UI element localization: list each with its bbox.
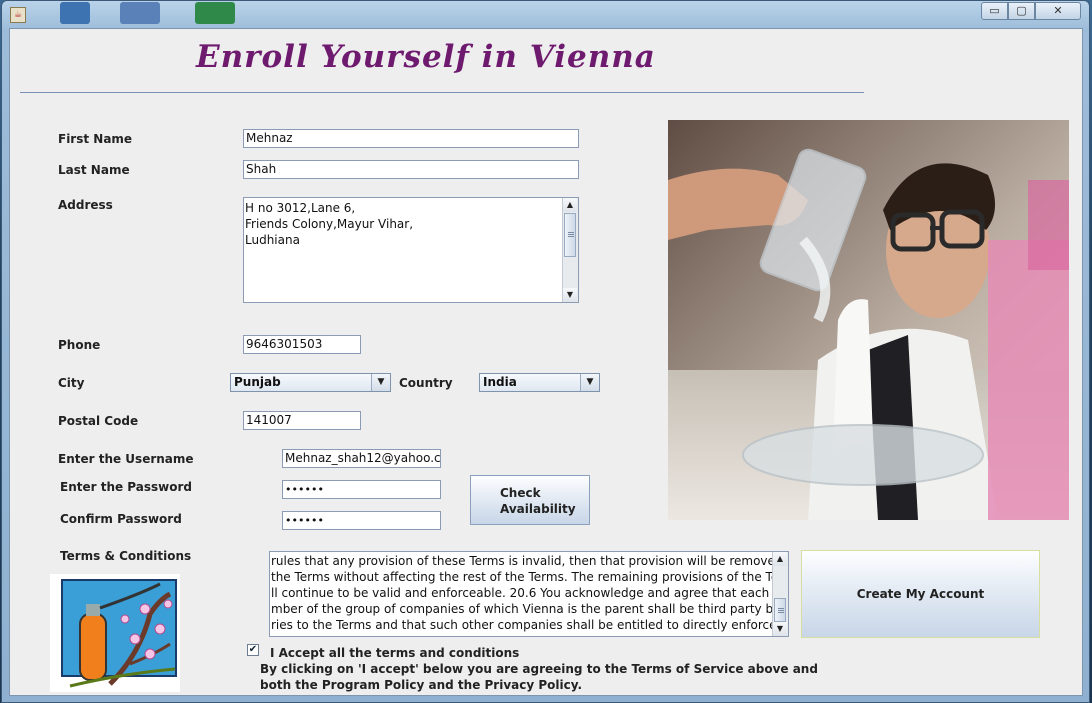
maximize-button[interactable]: ▢ bbox=[1008, 2, 1035, 20]
country-label: Country bbox=[399, 376, 453, 390]
clipart-image bbox=[50, 574, 180, 692]
agreement-note-line1: By clicking on 'I accept' below you are … bbox=[260, 662, 818, 676]
terms-line: the Terms without affecting the rest of … bbox=[271, 570, 772, 584]
first-name-label: First Name bbox=[58, 132, 133, 146]
check-availability-line1: Check bbox=[500, 486, 541, 500]
terms-line: ll continue to be valid and enforceable.… bbox=[271, 586, 772, 600]
confirm-password-label: Confirm Password bbox=[60, 512, 182, 526]
chevron-down-icon[interactable]: ▼ bbox=[580, 374, 599, 391]
accept-terms-label[interactable]: I Accept all the terms and conditions bbox=[270, 646, 519, 660]
gardening-clipart-illustration bbox=[61, 579, 177, 688]
taskbar-icon bbox=[60, 2, 90, 24]
taskbar-icon bbox=[195, 2, 235, 24]
address-textarea[interactable]: H no 3012,Lane 6, Friends Colony,Mayur V… bbox=[243, 197, 579, 303]
taskbar-icon bbox=[120, 2, 160, 24]
lab-scientist-photo bbox=[668, 120, 1069, 520]
minimize-button[interactable]: ▭ bbox=[981, 2, 1008, 20]
terms-text: rules that any provision of these Terms … bbox=[271, 553, 772, 633]
agreement-note-line2: both the Program Policy and the Privacy … bbox=[260, 678, 583, 692]
terms-line: rules that any provision of these Terms … bbox=[271, 554, 772, 568]
username-field[interactable]: Mehnaz_shah12@yahoo.com bbox=[282, 449, 441, 468]
scroll-thumb[interactable] bbox=[564, 213, 576, 257]
scroll-thumb[interactable] bbox=[774, 598, 786, 622]
postal-code-field[interactable]: 141007 bbox=[243, 411, 361, 430]
create-account-label: Create My Account bbox=[856, 587, 985, 601]
page-title: Enroll Yourself in Vienna bbox=[196, 39, 656, 75]
photo-illustration bbox=[668, 120, 1069, 520]
header-divider bbox=[20, 92, 864, 93]
window-controls: ▭ ▢ ✕ bbox=[981, 2, 1081, 21]
terms-line: mber of the group of companies of which … bbox=[271, 602, 772, 616]
terms-scrollbar[interactable]: ▲ ▼ bbox=[772, 552, 788, 636]
address-scrollbar[interactable]: ▲ ▼ bbox=[562, 198, 578, 302]
country-selected-value: India bbox=[483, 375, 517, 389]
password-field[interactable]: •••••• bbox=[282, 480, 441, 499]
country-dropdown[interactable]: India ▼ bbox=[479, 373, 600, 392]
first-name-field[interactable]: Mehnaz bbox=[243, 129, 579, 148]
accept-terms-checkbox[interactable]: ✔ bbox=[247, 644, 259, 656]
check-availability-line2: Availability bbox=[500, 502, 576, 516]
phone-field[interactable]: 9646301503 bbox=[243, 335, 361, 354]
city-dropdown[interactable]: Punjab ▼ bbox=[230, 373, 391, 392]
scroll-down-icon[interactable]: ▼ bbox=[563, 288, 577, 302]
form-panel: Enroll Yourself in Vienna First Name Meh… bbox=[9, 28, 1083, 696]
phone-label: Phone bbox=[58, 338, 101, 352]
city-label: City bbox=[58, 376, 85, 390]
last-name-label: Last Name bbox=[58, 163, 130, 177]
terms-label: Terms & Conditions bbox=[60, 549, 192, 563]
java-cup-icon: ☕ bbox=[10, 7, 26, 23]
address-text: H no 3012,Lane 6, Friends Colony,Mayur V… bbox=[245, 201, 414, 247]
password-label: Enter the Password bbox=[60, 480, 192, 494]
close-button[interactable]: ✕ bbox=[1035, 2, 1081, 20]
terms-textarea[interactable]: rules that any provision of these Terms … bbox=[269, 551, 789, 637]
username-label: Enter the Username bbox=[58, 452, 194, 466]
scroll-up-icon[interactable]: ▲ bbox=[563, 198, 577, 212]
chevron-down-icon[interactable]: ▼ bbox=[371, 374, 390, 391]
postal-code-label: Postal Code bbox=[58, 414, 139, 428]
confirm-password-field[interactable]: •••••• bbox=[282, 511, 441, 530]
address-label: Address bbox=[58, 198, 113, 212]
create-account-button[interactable]: Create My Account bbox=[801, 550, 1040, 638]
last-name-field[interactable]: Shah bbox=[243, 160, 579, 179]
scroll-up-icon[interactable]: ▲ bbox=[773, 552, 787, 566]
city-selected-value: Punjab bbox=[234, 375, 281, 389]
scroll-down-icon[interactable]: ▼ bbox=[773, 622, 787, 636]
terms-line: ries to the Terms and that such other co… bbox=[271, 618, 772, 632]
check-availability-button[interactable]: Check Availability bbox=[470, 475, 590, 525]
